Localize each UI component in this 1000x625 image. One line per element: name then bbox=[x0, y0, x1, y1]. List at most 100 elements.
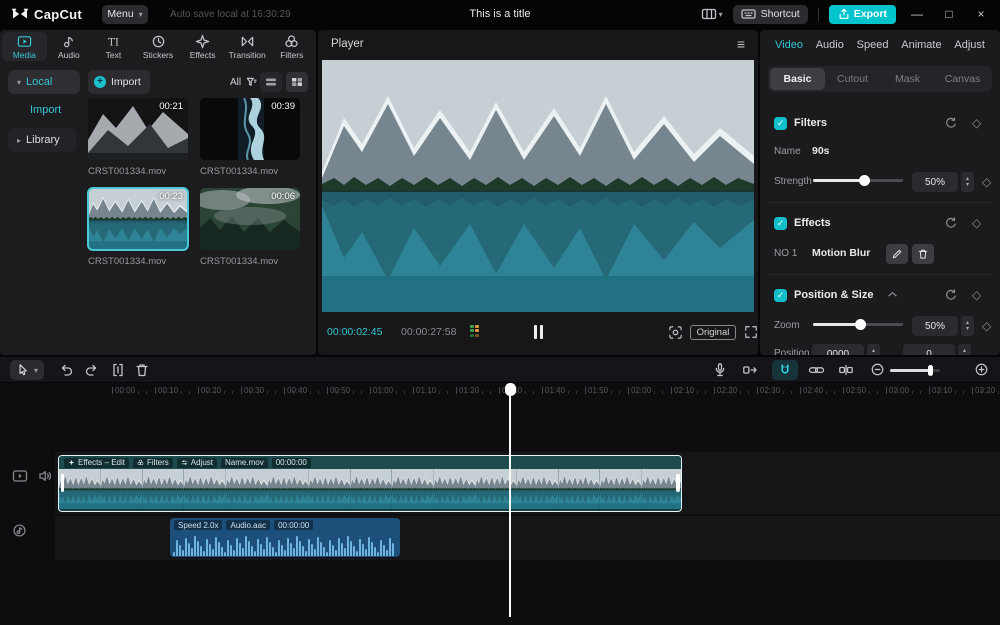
zoom-value-box[interactable]: 50% bbox=[912, 316, 958, 336]
redo-button[interactable] bbox=[84, 362, 100, 378]
trash-icon bbox=[917, 248, 929, 260]
zoom-in-button[interactable] bbox=[974, 362, 989, 377]
collapse-chevron-icon[interactable] bbox=[888, 291, 897, 297]
media-clip-1[interactable]: 00:21 bbox=[88, 98, 188, 160]
filter-all-button[interactable]: All bbox=[224, 72, 263, 92]
media-clip-2[interactable]: 00:39 bbox=[200, 98, 300, 160]
delete-effect-button[interactable] bbox=[912, 244, 934, 264]
clip-label-bar: Effects – Edit Filters Adjust Name.mov 0… bbox=[59, 456, 681, 469]
tab-adjust[interactable]: Adjust bbox=[954, 39, 985, 51]
microphone-button[interactable] bbox=[712, 362, 728, 378]
filters-icon bbox=[284, 34, 299, 49]
keyframe-diamond-icon[interactable]: ◇ bbox=[972, 216, 981, 230]
ruler-label: 01:20 bbox=[459, 386, 479, 395]
filters-icon bbox=[137, 459, 144, 466]
select-tool-button[interactable]: ▾ bbox=[10, 360, 44, 380]
ruler-minor-tick bbox=[576, 391, 577, 394]
plus-icon: + bbox=[94, 76, 106, 88]
track-mute-icon[interactable] bbox=[38, 469, 54, 483]
timeline-ruler[interactable]: 00:0000:1000:2000:3000:4000:5001:0001:10… bbox=[0, 383, 1000, 399]
magnetic-snap-button[interactable] bbox=[772, 360, 798, 380]
undo-button[interactable] bbox=[58, 362, 74, 378]
subtab-basic[interactable]: Basic bbox=[770, 68, 825, 90]
import-button[interactable]: + Import bbox=[88, 70, 150, 94]
video-preview[interactable] bbox=[322, 60, 754, 312]
subtab-mask[interactable]: Mask bbox=[880, 68, 935, 90]
keyframe-diamond-icon[interactable]: ◇ bbox=[982, 175, 991, 189]
subtab-canvas[interactable]: Canvas bbox=[935, 68, 990, 90]
effects-checkbox[interactable]: ✓ bbox=[774, 217, 787, 230]
zoom-slider[interactable] bbox=[813, 318, 903, 330]
subtab-cutout[interactable]: Cutout bbox=[825, 68, 880, 90]
shortcut-button[interactable]: Shortcut bbox=[733, 5, 808, 24]
zoom-stepper[interactable]: ▴▾ bbox=[961, 316, 974, 336]
sparkle-icon bbox=[68, 459, 75, 466]
minimize-button[interactable]: — bbox=[906, 7, 928, 21]
link-button[interactable] bbox=[808, 362, 825, 378]
playhead-line[interactable] bbox=[509, 384, 511, 617]
export-button[interactable]: Export bbox=[829, 5, 896, 24]
audio-track-icon[interactable] bbox=[12, 523, 27, 538]
tab-animate[interactable]: Animate bbox=[901, 39, 941, 51]
ruler-label: 01:40 bbox=[545, 386, 565, 395]
position-x-stepper[interactable]: ▴▾ bbox=[867, 344, 880, 355]
tab-effects[interactable]: Effects bbox=[180, 32, 225, 61]
sidebar-item-import[interactable]: Import bbox=[30, 104, 61, 116]
position-size-checkbox[interactable]: ✓ bbox=[774, 289, 787, 302]
strength-slider[interactable] bbox=[813, 174, 903, 186]
tab-audio[interactable]: Audio bbox=[47, 32, 92, 61]
delete-button[interactable] bbox=[134, 362, 150, 378]
tab-video[interactable]: Video bbox=[775, 39, 803, 51]
tab-speed[interactable]: Speed bbox=[857, 39, 889, 51]
ruler-minor-tick bbox=[439, 391, 440, 394]
auto-ripple-button[interactable] bbox=[742, 362, 758, 378]
grid-view-toggle[interactable] bbox=[286, 72, 308, 92]
preview-axis-button[interactable] bbox=[838, 362, 854, 378]
fullscreen-icon[interactable] bbox=[744, 325, 758, 339]
playhead-handle[interactable] bbox=[505, 383, 516, 396]
timeline-video-clip[interactable]: Effects – Edit Filters Adjust Name.mov 0… bbox=[58, 455, 682, 512]
close-button[interactable]: × bbox=[970, 7, 992, 21]
reset-icon[interactable] bbox=[944, 216, 958, 230]
tab-transition[interactable]: Transition bbox=[225, 32, 270, 61]
original-quality-button[interactable]: Original bbox=[690, 325, 736, 340]
media-clip-4[interactable]: 00:06 bbox=[200, 188, 300, 250]
timeline-zoom-slider[interactable] bbox=[890, 369, 940, 372]
hamburger-menu-icon[interactable]: ≡ bbox=[737, 36, 745, 52]
pause-button[interactable] bbox=[530, 325, 546, 339]
sidebar-item-local[interactable]: ▾ Local bbox=[8, 70, 80, 94]
position-x-box[interactable]: 0000 bbox=[812, 344, 864, 355]
tab-filters[interactable]: Filters bbox=[269, 32, 314, 61]
reset-icon[interactable] bbox=[944, 116, 958, 130]
filters-checkbox[interactable]: ✓ bbox=[774, 117, 787, 130]
effects-icon bbox=[195, 34, 210, 49]
track-visibility-icon[interactable] bbox=[12, 469, 28, 483]
ruler-minor-tick bbox=[293, 391, 294, 394]
menu-button[interactable]: Menu ▾ bbox=[102, 5, 148, 24]
maximize-button[interactable]: □ bbox=[938, 7, 960, 21]
tab-audio-props[interactable]: Audio bbox=[816, 39, 844, 51]
split-button[interactable] bbox=[110, 362, 126, 378]
strength-stepper[interactable]: ▴▾ bbox=[961, 172, 974, 192]
edit-effect-button[interactable] bbox=[886, 244, 908, 264]
media-clip-3-selected[interactable]: 00:23 bbox=[88, 188, 188, 250]
tab-text[interactable]: TI Text bbox=[91, 32, 136, 61]
position-y-box[interactable]: 0 bbox=[903, 344, 955, 355]
tab-stickers[interactable]: Stickers bbox=[136, 32, 181, 61]
layout-switch-button[interactable]: ▾ bbox=[701, 7, 723, 21]
keyframe-diamond-icon[interactable]: ◇ bbox=[982, 319, 991, 333]
reset-icon[interactable] bbox=[944, 288, 958, 302]
list-view-toggle[interactable] bbox=[260, 72, 282, 92]
ruler-minor-tick bbox=[912, 391, 913, 394]
snapshot-icon[interactable] bbox=[668, 325, 683, 340]
position-y-stepper[interactable]: ▴▾ bbox=[958, 344, 971, 355]
zoom-out-button[interactable] bbox=[870, 362, 885, 377]
tab-media[interactable]: Media bbox=[2, 32, 47, 61]
strength-value-box[interactable]: 50% bbox=[912, 172, 958, 192]
ruler-minor-tick bbox=[852, 391, 853, 394]
keyframe-diamond-icon[interactable]: ◇ bbox=[972, 288, 981, 302]
sidebar-item-library[interactable]: ▸ Library bbox=[8, 128, 76, 152]
timeline-audio-clip[interactable]: Speed 2.0x Audio.aac 00:00:00 bbox=[170, 518, 400, 557]
ruler-minor-tick bbox=[946, 391, 947, 394]
keyframe-diamond-icon[interactable]: ◇ bbox=[972, 116, 981, 130]
